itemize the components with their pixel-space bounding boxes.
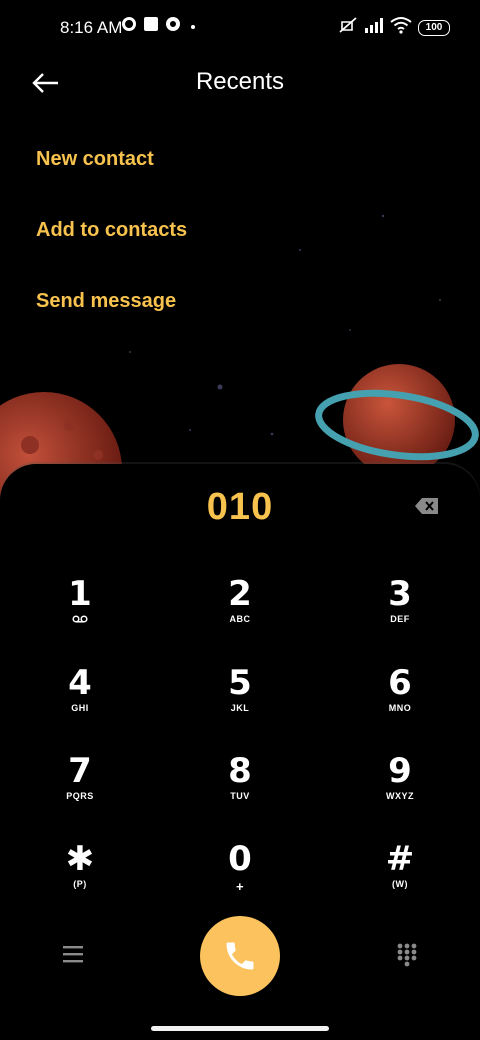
key-digit: 3	[388, 574, 412, 614]
backspace-icon[interactable]	[414, 496, 440, 516]
dial-key-5[interactable]: 5 JKL	[190, 665, 290, 735]
notification-icon	[122, 17, 136, 31]
page-title: Recents	[195, 68, 285, 95]
dial-key-4[interactable]: 4 GHI	[30, 665, 130, 735]
key-digit: 7	[68, 751, 92, 791]
dial-key-6[interactable]: 6 MNO	[350, 665, 450, 735]
key-digit: 2	[228, 574, 252, 614]
voicemail-icon	[72, 615, 88, 623]
key-letters: DEF	[390, 614, 410, 624]
key-digit: 0	[228, 839, 252, 879]
key-letters: (W)	[392, 879, 408, 889]
key-letters: PQRS	[66, 791, 94, 801]
new-contact-link[interactable]: New contact	[36, 148, 154, 171]
key-digit: #	[385, 839, 415, 879]
dial-key-7[interactable]: 7 PQRS	[30, 753, 130, 823]
key-digit: 4	[68, 663, 92, 703]
key-letters: ABC	[229, 614, 251, 624]
status-bar: 8:16 AM 100	[0, 0, 480, 56]
signal-icon	[365, 18, 383, 33]
call-button[interactable]	[200, 916, 280, 996]
dot-icon	[191, 25, 195, 29]
key-letters: WXYZ	[386, 791, 414, 801]
header: Recents	[0, 56, 480, 110]
dialpad-icon[interactable]	[396, 942, 418, 968]
dial-key-8[interactable]: 8 TUV	[190, 753, 290, 823]
add-to-contacts-link[interactable]: Add to contacts	[36, 219, 187, 242]
key-digit: 9	[388, 751, 412, 791]
key-letters: +	[235, 879, 245, 894]
home-indicator[interactable]	[151, 1026, 329, 1031]
mute-icon	[339, 17, 357, 33]
key-letters: (P)	[73, 879, 87, 889]
notification-icon	[144, 17, 158, 31]
dial-key-1[interactable]: 1	[30, 576, 130, 646]
dialed-number: 010	[206, 486, 274, 528]
key-letters: GHI	[71, 703, 89, 713]
phone-icon	[226, 942, 254, 970]
battery-icon: 100	[418, 20, 450, 36]
menu-icon[interactable]	[60, 942, 86, 966]
send-message-link[interactable]: Send message	[36, 290, 176, 313]
key-digit: 6	[388, 663, 412, 703]
battery-level: 100	[425, 22, 443, 33]
dial-key-star[interactable]: ✱ (P)	[30, 841, 130, 911]
dial-key-9[interactable]: 9 WXYZ	[350, 753, 450, 823]
key-digit: 8	[228, 751, 252, 791]
wifi-icon	[390, 17, 412, 34]
notification-icon	[166, 17, 180, 31]
key-letters: MNO	[388, 703, 412, 713]
status-time: 8:16 AM	[60, 18, 123, 37]
dial-key-3[interactable]: 3 DEF	[350, 576, 450, 646]
dial-key-2[interactable]: 2 ABC	[190, 576, 290, 646]
key-digit: 1	[68, 574, 92, 614]
key-letters: JKL	[230, 703, 250, 713]
key-letters: TUV	[230, 791, 250, 801]
key-digit: 5	[228, 663, 252, 703]
dial-key-hash[interactable]: # (W)	[350, 841, 450, 911]
dial-key-0[interactable]: 0 +	[190, 841, 290, 911]
key-digit: ✱	[65, 839, 95, 879]
